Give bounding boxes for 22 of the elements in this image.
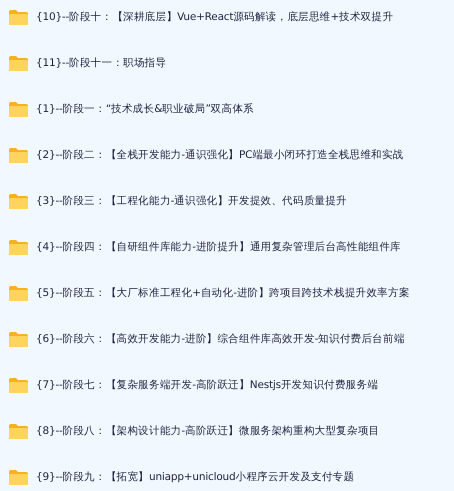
folder-icon	[8, 284, 29, 302]
folder-name[interactable]: {8}--阶段八：【架构设计能力-高阶跃迁】微服务架构重构大型复杂项目	[36, 424, 380, 438]
folder-icon	[8, 238, 29, 256]
folder-icon	[8, 192, 29, 210]
folder-name[interactable]: {10}--阶段十：【深耕底层】Vue+React源码解读，底层思维+技术双提升	[36, 10, 394, 24]
folder-name[interactable]: {3}--阶段三：【工程化能力-通识强化】开发提效、代码质量提升	[36, 194, 348, 208]
folder-icon	[8, 422, 29, 440]
folder-name[interactable]: {2}--阶段二：【全栈开发能力-通识强化】PC端最小闭环打造全栈思维和实战	[36, 148, 404, 162]
folder-name[interactable]: {11}--阶段十一：职场指导	[36, 56, 166, 70]
folder-name[interactable]: {4}--阶段四：【自研组件库能力-进阶提升】通用复杂管理后台高性能组件库	[36, 240, 402, 254]
folder-icon	[8, 146, 29, 164]
folder-icon	[8, 376, 29, 394]
folder-name[interactable]: {5}--阶段五：【大厂标准工程化+自动化-进阶】跨项目跨技术栈提升效率方案	[36, 286, 410, 300]
folder-icon	[8, 330, 29, 348]
folder-icon	[8, 100, 29, 118]
folder-icon	[8, 468, 29, 486]
folder-name[interactable]: {9}--阶段九：【拓宽】uniapp+unicloud小程序云开发及支付专题	[36, 470, 354, 484]
folder-icon	[8, 8, 29, 26]
folder-name[interactable]: {1}--阶段一：“技术成长&职业破局”双高体系	[36, 102, 254, 116]
folder-icon	[8, 54, 29, 72]
folder-name[interactable]: {7}--阶段七：【复杂服务端开发-高阶跃迁】Nestjs开发知识付费服务端	[36, 378, 378, 392]
folder-name[interactable]: {6}--阶段六：【高效开发能力-进阶】综合组件库高效开发-知识付费后台前端	[36, 332, 405, 346]
